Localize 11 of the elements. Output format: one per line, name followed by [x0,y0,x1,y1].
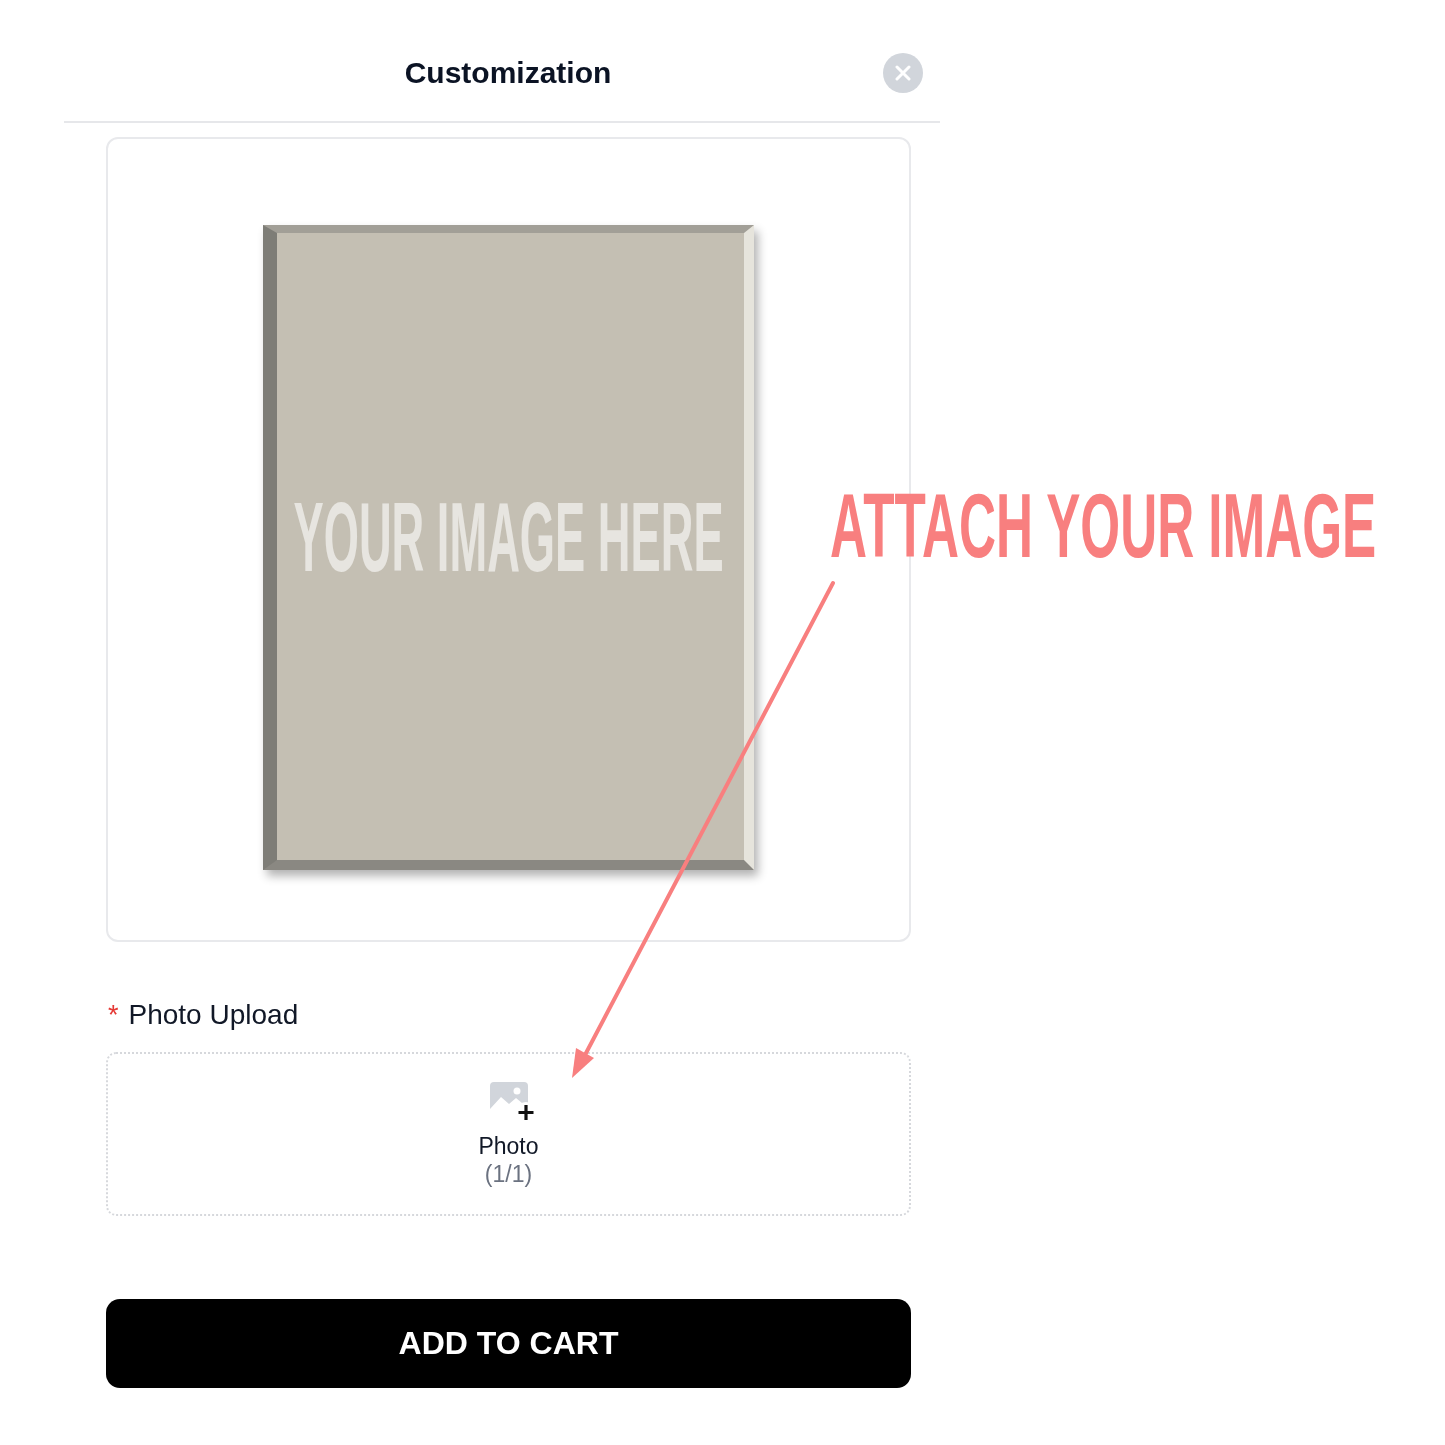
field-label: Photo Upload [128,999,299,1031]
close-icon [895,65,911,81]
close-button[interactable] [883,53,923,93]
required-mark: * [108,1000,119,1030]
upload-label: Photo [478,1132,539,1160]
add-to-cart-button[interactable]: ADD TO CART [106,1299,911,1388]
upload-dropzone[interactable]: Photo (1/1) [106,1052,911,1216]
image-plus-icon [489,1082,536,1122]
annotation-label: ATTACH YOUR IMAGE [830,481,1377,571]
upload-count: (1/1) [484,1160,533,1188]
dialog-title: Customization [404,55,612,91]
